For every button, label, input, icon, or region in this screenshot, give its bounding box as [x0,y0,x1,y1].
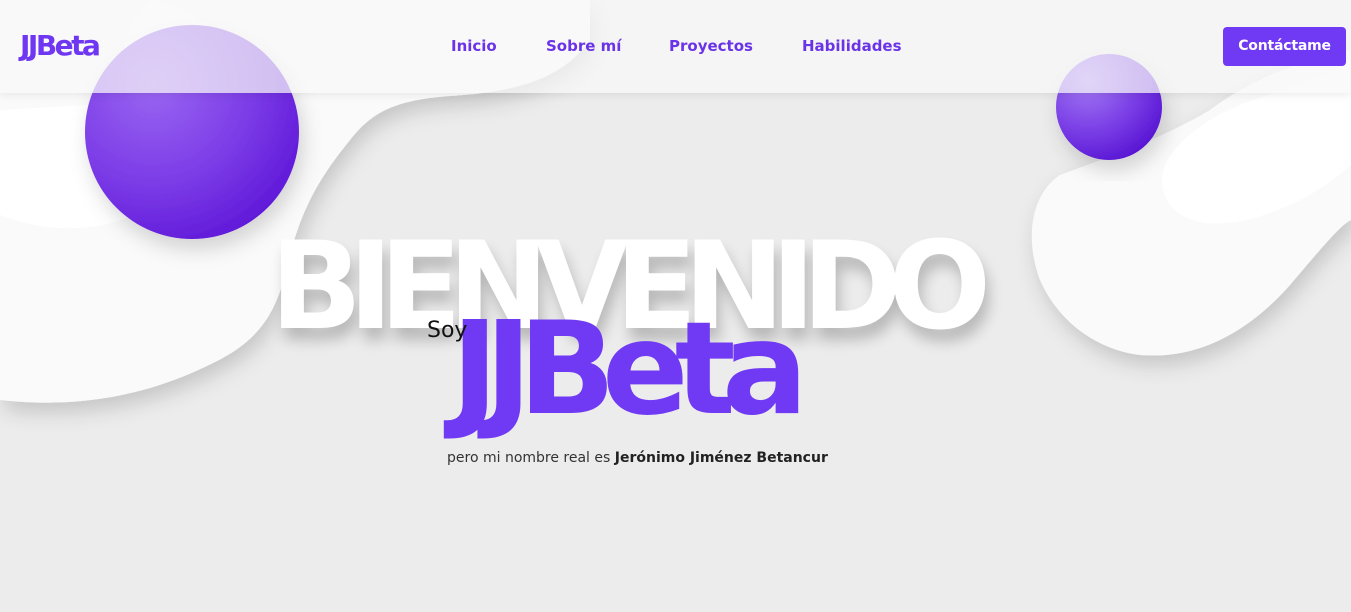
nav-item-habilidades[interactable]: Habilidades [802,36,902,56]
main-nav: Inicio Sobre mí Proyectos Habilidades [0,36,1351,58]
site-header: JJBeta Inicio Sobre mí Proyectos Habilid… [0,0,1351,93]
nav-item-inicio[interactable]: Inicio [451,36,497,56]
page: JJBeta Inicio Sobre mí Proyectos Habilid… [0,0,1351,612]
nav-item-proyectos[interactable]: Proyectos [669,36,753,56]
real-name-prefix: pero mi nombre real es [447,450,615,466]
hero-brand-name: JJBeta [451,295,808,444]
contact-button[interactable]: Contáctame [1223,27,1346,66]
real-name-value: Jerónimo Jiménez Betancur [614,450,828,466]
hero-real-name: pero mi nombre real es Jerónimo Jiménez … [447,448,828,468]
nav-item-sobre-mi[interactable]: Sobre mí [546,36,621,56]
hero-soy-text: Soy [427,318,468,343]
